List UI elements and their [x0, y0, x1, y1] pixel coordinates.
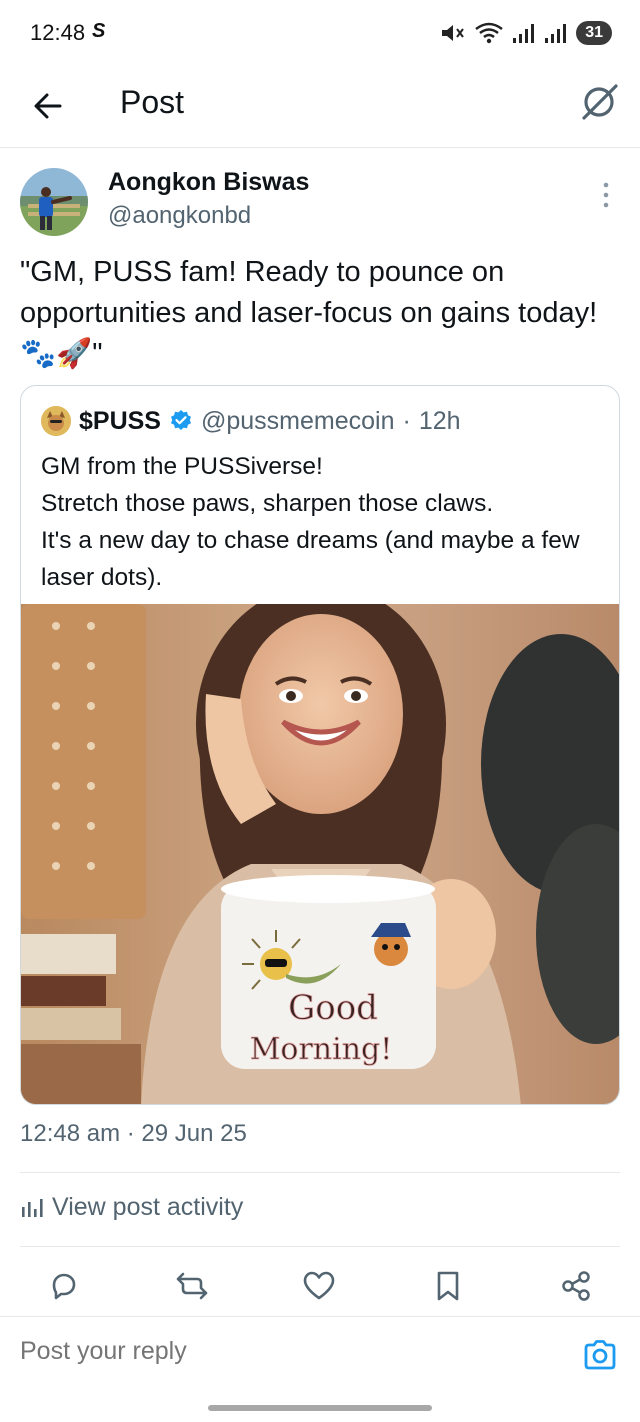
bar-chart-icon	[22, 1198, 43, 1217]
view-post-activity-label: View post activity	[52, 1193, 244, 1221]
post-text: "GM, PUSS fam! Ready to pounce on opport…	[20, 256, 606, 370]
camera-icon	[584, 1340, 616, 1370]
divider	[20, 1172, 620, 1173]
reply-input[interactable]	[20, 1337, 540, 1366]
arrow-left-icon	[34, 93, 62, 119]
grok-icon	[582, 84, 618, 120]
quoted-post-card[interactable]: $PUSS @pussmemecoin · 12h GM from the PU…	[20, 385, 620, 1105]
quoted-post-text: GM from the PUSSiverse! Stretch those pa…	[41, 453, 580, 591]
bookmark-button[interactable]	[428, 1266, 468, 1306]
carrier-glyph: S	[92, 20, 106, 42]
quoted-avatar[interactable]	[41, 406, 71, 436]
mug-text-good: Good	[288, 988, 378, 1028]
more-options-button[interactable]	[596, 180, 616, 210]
mug-text-morning: Morning!	[250, 1032, 393, 1067]
quoted-post-header: $PUSS @pussmemecoin · 12h	[41, 406, 461, 436]
quoted-post-age: 12h	[418, 406, 461, 435]
view-post-activity[interactable]: View post activity	[20, 1193, 243, 1222]
share-button[interactable]	[556, 1266, 596, 1306]
reply-button[interactable]	[44, 1266, 84, 1306]
back-button[interactable]	[26, 84, 70, 128]
reply-icon	[52, 1273, 76, 1300]
like-icon	[303, 1271, 335, 1300]
bookmark-icon	[437, 1271, 459, 1301]
repost-button[interactable]	[172, 1266, 212, 1306]
home-indicator[interactable]	[208, 1405, 432, 1411]
top-app-bar: Post	[0, 66, 640, 148]
grok-button[interactable]	[578, 80, 622, 124]
post-timestamp[interactable]: 12:48 am · 29 Jun 25	[20, 1120, 247, 1148]
signal-icon	[545, 24, 567, 43]
author-name[interactable]: Aongkon Biswas	[108, 168, 309, 197]
signal-icon	[513, 24, 535, 43]
quoted-author-handle[interactable]: @pussmemecoin	[201, 407, 395, 436]
status-bar: 12:48 S 31	[0, 0, 640, 66]
camera-button[interactable]	[582, 1337, 618, 1373]
more-vertical-icon	[603, 182, 609, 208]
share-icon	[562, 1271, 590, 1301]
battery-icon: 31	[576, 21, 612, 45]
like-button[interactable]	[299, 1266, 339, 1306]
status-icons: 31	[440, 18, 612, 48]
avatar[interactable]	[20, 168, 88, 236]
post-actions	[0, 1262, 640, 1312]
wifi-icon	[475, 22, 503, 44]
reply-bar	[0, 1316, 640, 1392]
mute-icon	[442, 25, 465, 41]
status-time: 12:48	[30, 20, 86, 45]
divider	[20, 1246, 620, 1247]
verified-badge-icon	[170, 410, 191, 430]
post-media-image[interactable]: Good Morning!	[21, 604, 619, 1104]
meta-separator: ·	[402, 406, 411, 435]
repost-icon	[176, 1272, 208, 1300]
author-handle[interactable]: @aongkonbd	[108, 202, 251, 230]
quoted-author-name[interactable]: $PUSS	[79, 407, 161, 436]
page-title: Post	[120, 84, 185, 120]
